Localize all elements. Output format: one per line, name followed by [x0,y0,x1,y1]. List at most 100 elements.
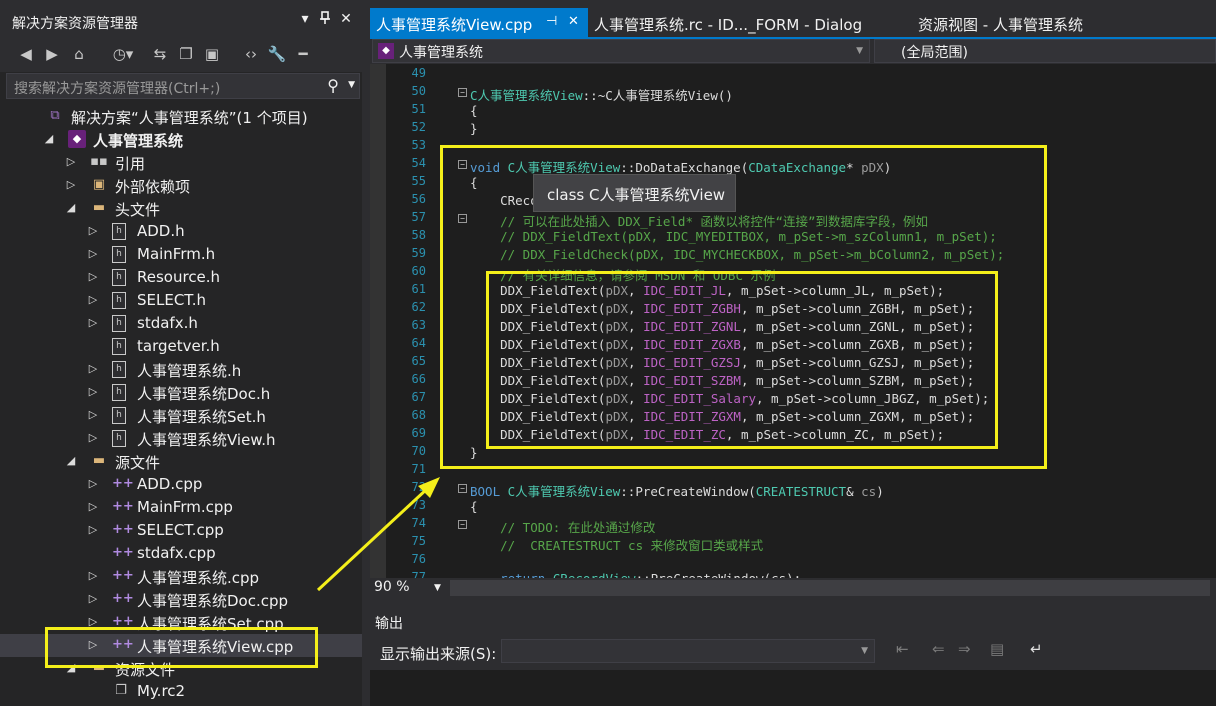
fold-toggle-icon[interactable]: − [458,520,467,529]
solution-search-input[interactable]: 搜索解决方案资源管理器(Ctrl+;) ⚲ ▼ [6,73,360,99]
sync-icon[interactable]: ⇆ [150,45,170,67]
tree-item[interactable]: ◢ ◆ 人事管理系统 [0,128,362,151]
code-line[interactable]: BOOL C人事管理系统View::PreCreateWindow(CREATE… [470,481,884,499]
chevron-down-icon: ▼ [856,46,863,56]
tree-item[interactable]: ▷ ++ 人事管理系统Doc.cpp [0,588,362,611]
tab-close-icon[interactable]: ✕ [568,14,579,29]
collapsed-arrow-icon[interactable]: ▷ [88,316,98,329]
line-number: 56 [411,192,426,206]
home-icon[interactable]: ⌂ [68,45,90,67]
tab-view-cpp[interactable]: 人事管理系统View.cpp ⊣ ✕ [370,8,588,38]
code-view-icon[interactable]: ‹› [240,45,262,67]
search-options-dropdown-icon[interactable]: ▼ [348,80,355,90]
tree-item[interactable]: ▷ ++ ADD.cpp [0,473,362,496]
header-file-icon: h [112,292,126,309]
zoom-dropdown-icon[interactable]: ▼ [434,583,441,593]
forward-icon[interactable]: ▶ [42,45,62,67]
prev-message-icon[interactable]: ⇐ [932,640,945,658]
collapsed-arrow-icon[interactable]: ▷ [88,569,98,582]
fold-toggle-icon[interactable]: − [458,88,467,97]
tree-item[interactable]: ++ stdafx.cpp [0,542,362,565]
collapsed-arrow-icon[interactable]: ▷ [88,247,98,260]
word-wrap-icon[interactable]: ↵ [1030,640,1043,658]
collapsed-arrow-icon[interactable]: ▷ [88,293,98,306]
collapsed-arrow-icon[interactable]: ▷ [88,385,98,398]
clear-all-icon[interactable]: ▤ [990,640,1004,658]
expanded-arrow-icon[interactable]: ◢ [66,454,76,467]
line-number: 52 [411,120,426,134]
properties-icon[interactable]: ▣ [202,45,222,67]
find-message-icon[interactable]: ⇤ [896,640,909,658]
line-number: 61 [411,282,426,296]
window-position-dropdown-icon[interactable]: ▾ [296,11,314,27]
line-number: 66 [411,372,426,386]
tree-item[interactable]: ⧉ 解决方案“人事管理系统”(1 个项目) [0,105,362,128]
back-icon[interactable]: ◀ [16,45,36,67]
tree-item[interactable]: ▷ ++ 人事管理系统.cpp [0,565,362,588]
tree-item[interactable]: ▷ ++ MainFrm.cpp [0,496,362,519]
code-line[interactable]: } [470,121,478,139]
expanded-arrow-icon[interactable]: ◢ [44,132,54,145]
tree-item[interactable]: ◢ ▬ 源文件 [0,450,362,473]
tree-item[interactable]: ▷ h 人事管理系统View.h [0,427,362,450]
close-icon[interactable]: ✕ [337,11,355,27]
wrench-icon[interactable]: 🔧 [266,45,288,67]
collapsed-arrow-icon[interactable]: ▷ [88,477,98,490]
tree-item[interactable]: ▷ h SELECT.h [0,289,362,312]
horizontal-scrollbar[interactable] [450,580,1210,596]
tree-item[interactable]: ❐ My.rc2 [0,680,362,703]
code-line[interactable]: return CRecordView::PreCreateWindow(cs); [470,571,801,578]
collapsed-arrow-icon[interactable]: ▷ [88,224,98,237]
next-message-icon[interactable]: ⇒ [958,640,971,658]
scope-combo[interactable]: (全局范围) [874,39,1216,63]
collapsed-arrow-icon[interactable]: ▷ [88,500,98,513]
tree-item[interactable]: ▷ h ADD.h [0,220,362,243]
tab-rc-dialog[interactable]: 人事管理系统.rc - ID..._FORM - Dialog [592,8,912,38]
collapsed-arrow-icon[interactable]: ▷ [88,270,98,283]
tree-item[interactable]: ◢ ▬ 头文件 [0,197,362,220]
external-deps-icon: ▣ [92,177,106,192]
line-number: 50 [411,84,426,98]
tree-item[interactable]: ▷ h 人事管理系统Set.h [0,404,362,427]
code-line[interactable]: // CREATESTRUCT cs 来修改窗口类或样式 [470,535,763,553]
code-line[interactable]: C人事管理系统View::~C人事管理系统View() [470,85,733,103]
history-icon[interactable]: ◷▾ [108,45,138,67]
pin-icon[interactable] [316,11,334,29]
collapsed-arrow-icon[interactable]: ▷ [88,592,98,605]
collapse-icon[interactable]: ❐ [176,45,196,67]
line-number: 53 [411,138,426,152]
tree-item[interactable]: ▷ ++ SELECT.cpp [0,519,362,542]
cpp-file-icon: ++ [112,499,134,514]
tree-item[interactable]: ▷ h 人事管理系统Doc.h [0,381,362,404]
zoom-level[interactable]: 90 % [374,579,410,595]
line-number: 69 [411,426,426,440]
collapsed-arrow-icon[interactable]: ▷ [88,408,98,421]
collapsed-arrow-icon[interactable]: ▷ [88,523,98,536]
tree-item-label: 头文件 [115,201,161,219]
tree-item[interactable]: ▷ h MainFrm.h [0,243,362,266]
code-line[interactable]: { [470,103,478,121]
collapsed-arrow-icon[interactable]: ▷ [88,362,98,375]
search-icon[interactable]: ⚲ [327,76,339,95]
class-combo[interactable]: ◆ 人事管理系统 ▼ [372,39,870,63]
output-source-select[interactable]: ▼ [501,639,875,663]
collapsed-arrow-icon[interactable]: ▷ [66,155,76,168]
line-number: 64 [411,336,426,350]
minus-icon[interactable]: ━ [292,45,314,67]
tree-item[interactable]: ▷ h stdafx.h [0,312,362,335]
tree-item[interactable]: ▷ h Resource.h [0,266,362,289]
tab-resource-view[interactable]: 资源视图 - 人事管理系统 [916,8,1116,38]
tree-item[interactable]: h targetver.h [0,335,362,358]
navigation-bar: ◆ 人事管理系统 ▼ (全局范围) [370,39,1216,63]
code-line[interactable]: // TODO: 在此处通过修改 [470,517,655,535]
expanded-arrow-icon[interactable]: ◢ [66,201,76,214]
tree-item-label: 人事管理系统Set.h [137,408,266,426]
tree-item[interactable]: ▷ h 人事管理系统.h [0,358,362,381]
tab-pin-icon[interactable]: ⊣ [546,14,557,29]
collapsed-arrow-icon[interactable]: ▷ [66,178,76,191]
fold-toggle-icon[interactable]: − [458,484,467,493]
tree-item[interactable]: ▷ ▪▪ 引用 [0,151,362,174]
code-line[interactable]: { [470,499,478,517]
collapsed-arrow-icon[interactable]: ▷ [88,431,98,444]
tree-item[interactable]: ▷ ▣ 外部依赖项 [0,174,362,197]
